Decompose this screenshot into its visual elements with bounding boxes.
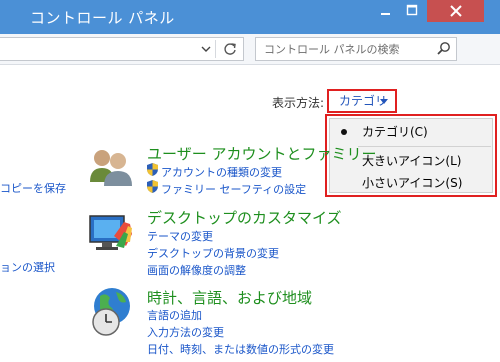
close-button[interactable] — [427, 0, 484, 22]
refresh-button[interactable] — [219, 38, 241, 60]
link-change-input-method[interactable]: 入力方法の変更 — [147, 324, 224, 340]
desktop-customization-icon — [89, 215, 132, 250]
shield-icon — [147, 180, 158, 193]
category-title-desktop[interactable]: デスクトップのカスタマイズ — [147, 207, 342, 228]
address-bar[interactable] — [0, 37, 244, 61]
dropdown-arrow-icon — [380, 99, 388, 104]
view-by-button[interactable]: カテゴリ — [327, 89, 397, 113]
maximize-button[interactable] — [399, 0, 425, 22]
minimize-button[interactable] — [372, 0, 398, 22]
menu-item-category[interactable]: カテゴリ(C) — [330, 121, 492, 143]
selected-bullet-icon — [341, 129, 347, 135]
view-by-label: 表示方法: — [272, 96, 325, 110]
user-accounts-icon — [90, 150, 132, 186]
link-add-language[interactable]: 言語の追加 — [147, 307, 202, 323]
address-history-button[interactable] — [197, 38, 215, 60]
menu-item-small-icons[interactable]: 小さいアイコン(S) — [330, 172, 492, 194]
left-link-backup[interactable]: コピーを保存 — [0, 180, 66, 196]
link-change-theme[interactable]: テーマの変更 — [147, 228, 213, 244]
address-toolbar — [0, 34, 500, 65]
maximize-icon — [406, 4, 418, 16]
search-input[interactable] — [256, 38, 431, 60]
link-change-background[interactable]: デスクトップの背景の変更 — [147, 245, 279, 261]
link-change-account-type[interactable]: アカウントの種類の変更 — [161, 164, 282, 180]
refresh-icon — [224, 43, 236, 55]
menu-item-label: 大きいアイコン(L) — [362, 154, 462, 168]
category-title-user-accounts[interactable]: ユーザー アカウントとファミリー — [147, 143, 376, 164]
menu-separator — [358, 146, 491, 147]
address-separator — [215, 40, 216, 58]
close-icon — [449, 5, 462, 17]
menu-item-label: 小さいアイコン(S) — [362, 176, 463, 190]
minimize-icon — [381, 13, 390, 15]
title-bar: コントロール パネル — [0, 0, 500, 34]
link-adjust-resolution[interactable]: 画面の解像度の調整 — [147, 262, 246, 278]
category-title-clock-region[interactable]: 時計、言語、および地域 — [147, 287, 312, 308]
left-link-option[interactable]: ョンの選択 — [0, 259, 55, 275]
window-title: コントロール パネル — [30, 9, 175, 27]
search-icon[interactable] — [437, 41, 451, 57]
menu-item-label: カテゴリ(C) — [362, 125, 428, 139]
shield-icon — [147, 163, 158, 176]
link-family-safety[interactable]: ファミリー セーフティの設定 — [161, 181, 306, 197]
clock-region-icon — [92, 288, 130, 336]
search-box[interactable] — [255, 37, 457, 61]
link-change-date-format[interactable]: 日付、時刻、または数値の形式の変更 — [147, 341, 334, 357]
chevron-down-icon — [201, 46, 211, 52]
